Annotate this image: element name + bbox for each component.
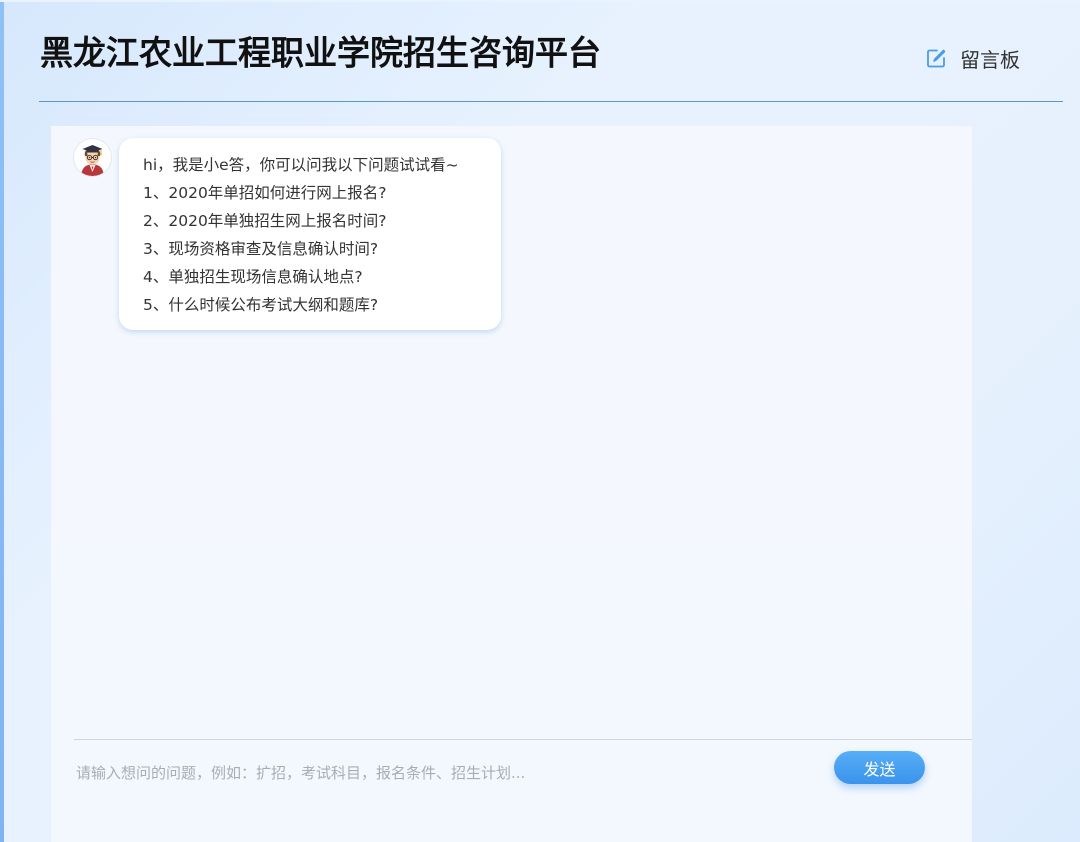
suggested-question[interactable]: 3、现场资格审查及信息确认时间? — [143, 235, 501, 263]
suggested-question[interactable]: 4、单独招生现场信息确认地点? — [143, 263, 501, 291]
bot-message-bubble: hi，我是小e答，你可以问我以下问题试试看~ 1、2020年单招如何进行网上报名… — [119, 138, 501, 330]
professor-avatar-icon — [74, 139, 111, 176]
header-divider — [39, 101, 1063, 102]
suggested-question[interactable]: 2、2020年单独招生网上报名时间? — [143, 207, 501, 235]
greeting-text: hi，我是小e答，你可以问我以下问题试试看~ — [143, 156, 459, 174]
left-accent-stripe — [0, 0, 4, 842]
message-board-label: 留言板 — [960, 48, 1020, 72]
question-input[interactable] — [76, 758, 816, 788]
header: 黑龙江农业工程职业学院招生咨询平台 留言板 — [0, 0, 1080, 104]
input-divider — [74, 739, 972, 740]
suggested-question[interactable]: 1、2020年单招如何进行网上报名? — [143, 179, 501, 207]
suggested-question[interactable]: 5、什么时候公布考试大纲和题库? — [143, 291, 501, 319]
send-button[interactable]: 发送 — [834, 751, 925, 784]
message-board-link[interactable]: 留言板 — [926, 44, 1020, 73]
edit-icon — [926, 48, 947, 69]
page-title: 黑龙江农业工程职业学院招生咨询平台 — [40, 32, 601, 73]
